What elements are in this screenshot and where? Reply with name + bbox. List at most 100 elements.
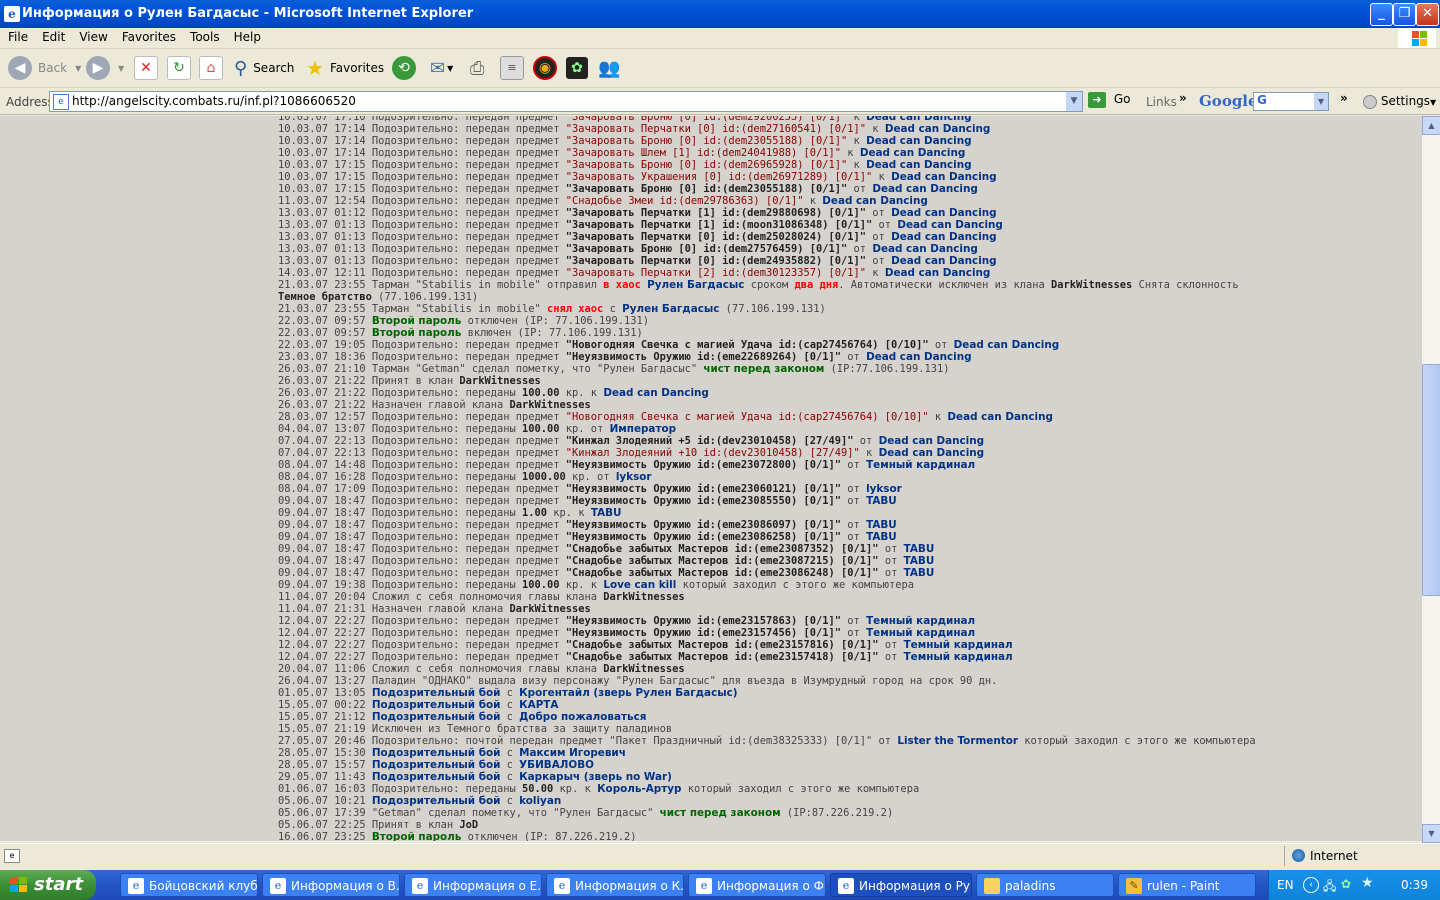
log-link[interactable]: Dead can Dancing [891, 171, 997, 183]
forward-button[interactable]: ▶ ▼ [86, 55, 124, 81]
scroll-thumb[interactable] [1422, 364, 1440, 596]
menu-help[interactable]: Help [226, 28, 267, 44]
log-link[interactable]: lyksor [866, 483, 902, 495]
maximize-button[interactable]: ❐ [1393, 3, 1416, 26]
go-button[interactable]: ➜ Go [1088, 92, 1130, 108]
log-link[interactable]: Dead can Dancing [866, 116, 972, 123]
log-link[interactable]: Подозрительный бой [372, 771, 501, 783]
log-link[interactable]: koliyan [519, 795, 561, 807]
log-link[interactable]: Lister the Tormentor [897, 735, 1018, 747]
log-link[interactable]: Dead can Dancing [891, 255, 997, 267]
stop-button[interactable]: ✕ [134, 55, 158, 81]
log-link[interactable]: Dead can Dancing [879, 435, 985, 447]
log-link[interactable]: Dead can Dancing [885, 123, 991, 135]
log-link[interactable]: Каркарыч (зверь no War) [519, 771, 672, 783]
taskbar-button[interactable]: ✎ rulen - Paint [1118, 873, 1256, 897]
print-button[interactable]: ⎙ [470, 55, 484, 81]
settings-button[interactable]: Settings▼ [1363, 94, 1436, 109]
star-tray-icon[interactable]: ★ [1361, 875, 1374, 891]
minimize-button[interactable]: _ [1370, 3, 1393, 26]
log-link[interactable]: Dead can Dancing [603, 387, 709, 399]
log-link[interactable]: Подозрительный бой [372, 747, 501, 759]
taskbar-button[interactable]: e Информация о Ру... [830, 873, 972, 897]
log-link[interactable]: Темный кардинал [904, 651, 1013, 663]
log-link[interactable]: Подозрительный бой [372, 711, 501, 723]
links-label[interactable]: Links [1146, 95, 1177, 109]
log-link[interactable]: Dead can Dancing [891, 231, 997, 243]
log-link[interactable]: Темный кардинал [866, 459, 975, 471]
history-button[interactable]: ⟲ [392, 55, 416, 81]
log-link[interactable]: Подозрительный бой [372, 699, 501, 711]
google-search-input[interactable]: G ▼ [1253, 92, 1329, 111]
log-link[interactable]: Dead can Dancing [885, 267, 991, 279]
log-link[interactable]: TABU [904, 555, 935, 567]
menu-tools[interactable]: Tools [182, 28, 226, 44]
log-link[interactable]: Подозрительный бой [372, 759, 501, 771]
favorites-button[interactable]: ★ Favorites [306, 55, 384, 81]
log-link[interactable]: Dead can Dancing [822, 195, 928, 207]
log-link[interactable]: Dead can Dancing [897, 219, 1003, 231]
antivirus-icon[interactable]: ✿ [1341, 877, 1351, 891]
chevron-right-icon[interactable]: » [1340, 91, 1348, 105]
vertical-scrollbar[interactable]: ▲ ▼ [1422, 116, 1440, 843]
log-link[interactable]: Dead can Dancing [866, 351, 972, 363]
log-link[interactable]: Темный кардинал [904, 639, 1013, 651]
refresh-button[interactable]: ↻ [167, 55, 191, 81]
log-link[interactable]: Dead can Dancing [879, 447, 985, 459]
home-button[interactable]: ⌂ [199, 55, 223, 81]
log-link[interactable]: Dead can Dancing [891, 207, 997, 219]
log-link[interactable]: Добро пожаловаться [519, 711, 646, 723]
taskbar-button[interactable]: e Информация о В... [262, 873, 400, 897]
log-link[interactable]: КАРТА [519, 699, 558, 711]
log-link[interactable]: Подозрительный бой [372, 795, 501, 807]
log-link[interactable]: TABU [866, 531, 897, 543]
log-link[interactable]: Император [610, 423, 676, 435]
log-link[interactable]: Dead can Dancing [954, 339, 1060, 351]
messenger-button[interactable]: 👥 [598, 55, 620, 81]
log-link[interactable]: Dead can Dancing [866, 135, 972, 147]
taskbar-button[interactable]: e Бойцовский клуб... [120, 873, 258, 897]
taskbar-button[interactable]: paladins [976, 873, 1114, 897]
mail-button[interactable]: ✉ ▼ [430, 55, 453, 81]
scroll-down-icon[interactable]: ▼ [1422, 824, 1440, 843]
tool-button-1[interactable]: ◉ [533, 55, 557, 81]
chevron-right-icon[interactable]: » [1179, 91, 1187, 105]
taskbar-button[interactable]: e Информация о К... [546, 873, 684, 897]
log-link[interactable]: Dead can Dancing [872, 243, 978, 255]
close-button[interactable]: ✕ [1416, 3, 1439, 26]
language-indicator[interactable]: EN [1277, 878, 1294, 892]
address-input[interactable]: e http://angelscity.combats.ru/inf.pl?10… [49, 91, 1083, 112]
menu-file[interactable]: File [0, 28, 34, 44]
menu-edit[interactable]: Edit [34, 28, 71, 44]
taskbar-button[interactable]: e Информация о Ф... [688, 873, 826, 897]
log-link[interactable]: TABU [904, 543, 935, 555]
log-link[interactable]: Dead can Dancing [872, 183, 978, 195]
log-link[interactable]: Король-Артур [597, 783, 681, 795]
network-icon[interactable]: 🖧 [1323, 877, 1336, 898]
menu-view[interactable]: View [71, 28, 113, 44]
search-button[interactable]: ⚲ Search [234, 55, 294, 81]
log-link[interactable]: УБИВАЛОВО [519, 759, 594, 771]
edit-button[interactable]: ≡ [500, 55, 524, 81]
log-link[interactable]: Максим Игоревич [519, 747, 626, 759]
log-link[interactable]: Темный кардинал [866, 627, 975, 639]
log-link[interactable]: Подозрительный бой [372, 687, 501, 699]
log-link[interactable]: Темный кардинал [866, 615, 975, 627]
log-link[interactable]: TABU [866, 495, 897, 507]
log-link[interactable]: TABU [866, 519, 897, 531]
log-link[interactable]: Dead can Dancing [947, 411, 1053, 423]
tool-button-2[interactable]: ✿ [566, 55, 588, 81]
log-link[interactable]: TABU [591, 507, 622, 519]
scroll-up-icon[interactable]: ▲ [1422, 116, 1440, 135]
log-link[interactable]: TABU [904, 567, 935, 579]
log-link[interactable]: Love can kill [603, 579, 676, 591]
back-button[interactable]: ◀ Back ▼ [8, 55, 81, 81]
chevron-down-icon[interactable]: ▼ [1314, 93, 1328, 110]
chevron-down-icon[interactable]: ▼ [1066, 92, 1082, 111]
log-link[interactable]: Dead can Dancing [866, 159, 972, 171]
show-hidden-icons-icon[interactable]: ‹ [1303, 877, 1319, 893]
menu-favorites[interactable]: Favorites [114, 28, 182, 44]
log-link[interactable]: lyksor [616, 471, 652, 483]
taskbar-button[interactable]: e Информация о Е... [404, 873, 542, 897]
log-link[interactable]: Крогентайл (зверь Рулен Багдасыс) [519, 687, 737, 699]
